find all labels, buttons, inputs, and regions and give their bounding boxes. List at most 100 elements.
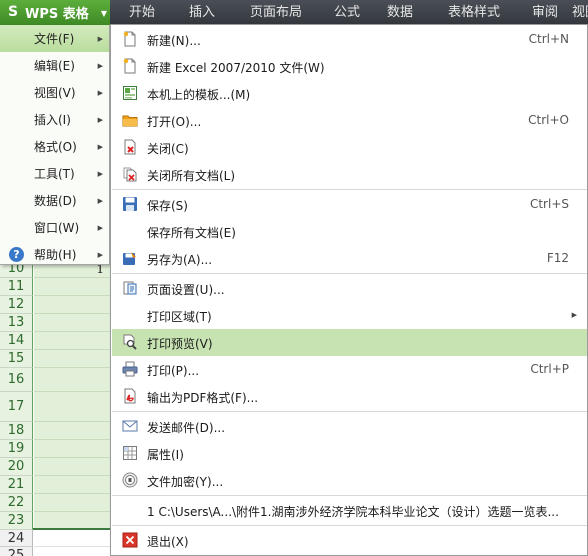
app-menu-item-label: 帮助(H) xyxy=(34,248,77,262)
file-menu-item-label: 关闭(C) xyxy=(147,142,189,156)
file-menu-item[interactable]: 打印预览(V) xyxy=(112,329,587,356)
file-menu-item[interactable]: 退出(X) xyxy=(112,527,587,554)
row-header[interactable]: 14 xyxy=(0,332,33,350)
mail-icon xyxy=(122,418,138,434)
row-header[interactable]: 21 xyxy=(0,476,33,494)
menu-separator xyxy=(112,273,587,274)
app-menu-item[interactable]: ? 帮助(H) ▶ xyxy=(0,241,109,268)
row-header[interactable]: 15 xyxy=(0,350,33,368)
submenu-arrow-icon: ▶ xyxy=(97,34,103,43)
app-menu-item[interactable]: 视图(V) ▶ xyxy=(0,79,109,106)
app-menu-item[interactable]: 格式(O) ▶ xyxy=(0,133,109,160)
ribbon-tab[interactable]: 数据 xyxy=(372,0,428,25)
new-doc-icon xyxy=(122,31,138,47)
save-as-icon xyxy=(122,250,138,266)
table-cell[interactable] xyxy=(34,314,110,332)
shortcut-label: Ctrl+S xyxy=(529,197,569,211)
shortcut-label: Ctrl+O xyxy=(528,113,569,127)
file-menu-item[interactable]: 属性(I) xyxy=(112,440,587,467)
file-menu-item-label: 文件加密(Y)... xyxy=(147,475,224,489)
shortcut-label: F12 xyxy=(546,251,569,265)
row-header[interactable]: 19 xyxy=(0,440,33,458)
print-preview-icon xyxy=(122,334,138,350)
ribbon-tab[interactable]: 审阅 xyxy=(520,0,570,25)
table-cell[interactable] xyxy=(34,368,110,392)
table-cell[interactable] xyxy=(34,458,110,476)
app-menu-item[interactable]: 编辑(E) ▶ xyxy=(0,52,109,79)
dropdown-arrow-icon: ▼ xyxy=(100,9,107,18)
ribbon-tab[interactable]: 视图 xyxy=(570,0,588,25)
exit-icon xyxy=(122,532,138,548)
row-header[interactable]: 18 xyxy=(0,422,33,440)
file-menu-item[interactable]: 新建(N)... Ctrl+N xyxy=(112,26,587,53)
table-cell[interactable] xyxy=(34,296,110,314)
submenu-arrow-icon: ▶ xyxy=(97,196,103,205)
app-menu-item[interactable]: 文件(F) ▶ xyxy=(0,25,109,52)
file-menu-item[interactable]: 文件加密(Y)... xyxy=(112,467,587,494)
app-menu-item[interactable]: 窗口(W) ▶ xyxy=(0,214,109,241)
file-menu-item[interactable]: 保存(S) Ctrl+S xyxy=(112,191,587,218)
submenu-arrow-icon: ▶ xyxy=(97,61,103,70)
file-menu-item[interactable]: 打印区域(T) ▶ xyxy=(112,302,587,329)
row-header[interactable]: 17 xyxy=(0,392,33,422)
table-cell[interactable] xyxy=(34,440,110,458)
ribbon-tab[interactable]: 表格样式 xyxy=(428,0,520,25)
file-submenu: 新建(N)... Ctrl+N 新建 Excel 2007/2010 文件(W) 本机… xyxy=(110,24,588,556)
properties-icon xyxy=(122,445,138,461)
template-icon xyxy=(122,85,138,101)
wps-logo-icon: S xyxy=(7,4,19,20)
close-all-icon xyxy=(122,166,138,182)
file-menu-item[interactable]: 发送邮件(D)... xyxy=(112,413,587,440)
file-menu-item[interactable]: 另存为(A)... F12 xyxy=(112,245,587,272)
row-header[interactable]: 24 xyxy=(0,530,33,547)
table-cell[interactable] xyxy=(34,422,110,440)
app-menu-item[interactable]: 插入(I) ▶ xyxy=(0,106,109,133)
app-menu-item-label: 窗口(W) xyxy=(34,221,80,235)
file-menu-item[interactable]: 页面设置(U)... xyxy=(112,275,587,302)
app-name: WPS 表格 xyxy=(25,7,89,22)
file-menu-item[interactable]: 新建 Excel 2007/2010 文件(W) xyxy=(112,53,587,80)
menu-separator xyxy=(112,411,587,412)
table-cell[interactable] xyxy=(34,547,110,556)
file-menu-item[interactable]: 关闭所有文档(L) xyxy=(112,161,587,188)
file-menu-item-label: 关闭所有文档(L) xyxy=(147,169,236,183)
file-menu-item[interactable]: 关闭(C) xyxy=(112,134,587,161)
file-menu-item[interactable]: 打印(P)... Ctrl+P xyxy=(112,356,587,383)
ribbon-tab[interactable]: 公式 xyxy=(322,0,372,25)
file-menu-item-label: 新建 Excel 2007/2010 文件(W) xyxy=(147,61,325,75)
app-menu: 文件(F) ▶ 编辑(E) ▶ 视图(V) ▶ 插入(I) ▶ 格式(O) ▶ 工具(T) ▶ 数据(D… xyxy=(0,25,110,265)
table-cell[interactable] xyxy=(34,350,110,368)
ribbon-tab[interactable]: 插入 xyxy=(174,0,230,25)
file-menu-item-label: 打印预览(V) xyxy=(147,337,213,351)
row-header[interactable]: 16 xyxy=(0,368,33,392)
file-menu-item[interactable]: 输出为PDF格式(F)... xyxy=(112,383,587,410)
row-header[interactable]: 25 xyxy=(0,547,33,556)
wps-app-button[interactable]: S WPS 表格 ▼ xyxy=(0,0,110,25)
table-cell[interactable] xyxy=(34,494,110,512)
table-cell[interactable] xyxy=(34,332,110,350)
table-cell[interactable] xyxy=(34,476,110,494)
file-menu-item-label: 保存所有文档(E) xyxy=(147,226,236,240)
app-menu-item-label: 插入(I) xyxy=(34,113,71,127)
file-menu-item-label: 打印区域(T) xyxy=(147,310,212,324)
app-menu-item[interactable]: 数据(D) ▶ xyxy=(0,187,109,214)
table-cell[interactable] xyxy=(34,392,110,422)
table-cell[interactable] xyxy=(34,530,110,547)
file-menu-item[interactable]: 保存所有文档(E) xyxy=(112,218,587,245)
open-folder-icon xyxy=(122,112,138,128)
row-header[interactable]: 20 xyxy=(0,458,33,476)
ribbon-tab[interactable]: 开始 xyxy=(110,0,174,25)
submenu-arrow-icon: ▶ xyxy=(571,311,577,319)
close-doc-icon xyxy=(122,139,138,155)
ribbon-tab[interactable]: 页面布局 xyxy=(230,0,322,25)
row-header[interactable]: 23 xyxy=(0,512,33,530)
file-menu-item[interactable]: 本机上的模板...(M) xyxy=(112,80,587,107)
row-header[interactable]: 22 xyxy=(0,494,33,512)
table-cell[interactable] xyxy=(34,278,110,296)
file-menu-item[interactable]: 1 C:\Users\A...\附件1.湖南涉外经济学院本科毕业论文（设计）选题… xyxy=(112,497,587,524)
row-header[interactable]: 11 xyxy=(0,278,33,296)
app-menu-item[interactable]: 工具(T) ▶ xyxy=(0,160,109,187)
row-header[interactable]: 12 xyxy=(0,296,33,314)
row-header[interactable]: 13 xyxy=(0,314,33,332)
file-menu-item[interactable]: 打开(O)... Ctrl+O xyxy=(112,107,587,134)
